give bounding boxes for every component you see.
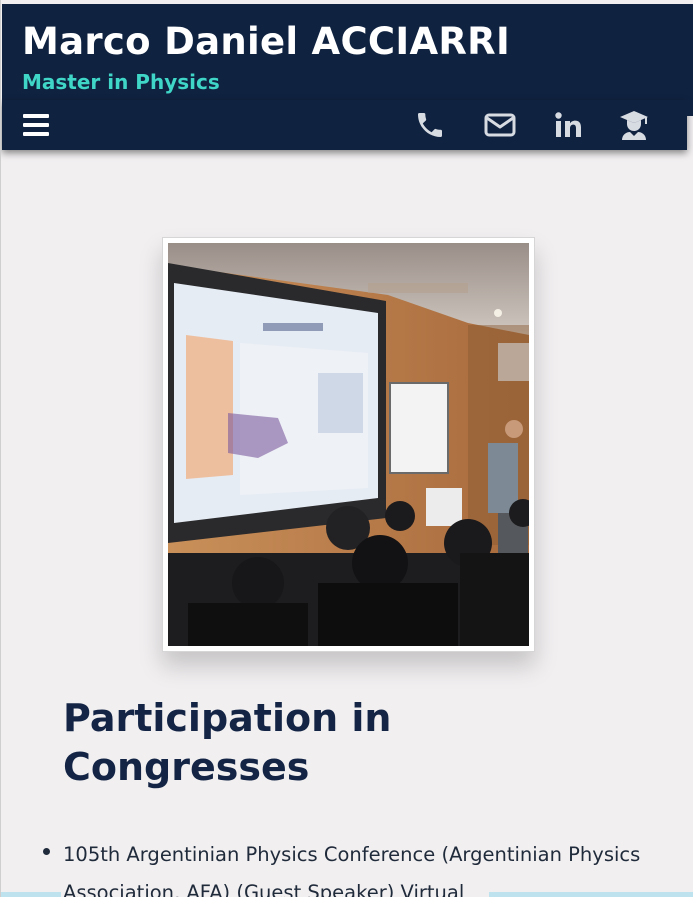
bottom-bar [1, 892, 61, 897]
site-subtitle: Master in Physics [22, 70, 220, 94]
congress-list: 105th Argentinian Physics Conference (Ar… [43, 836, 653, 897]
section-title: Participation in Congresses [63, 696, 392, 789]
phone-icon[interactable] [412, 108, 448, 142]
site-title[interactable]: Marco Daniel ACCIARRI [22, 20, 510, 64]
envelope-icon[interactable] [482, 108, 518, 142]
bottom-bar [489, 892, 693, 897]
site-header: Marco Daniel ACCIARRI Master in Physics [2, 4, 693, 100]
list-item: 105th Argentinian Physics Conference (Ar… [43, 836, 653, 897]
navbar-edge [687, 100, 693, 116]
conference-photo-image [168, 243, 529, 646]
navbar [2, 100, 687, 150]
conference-photo [162, 237, 535, 652]
menu-icon[interactable] [18, 108, 54, 142]
linkedin-icon[interactable] [550, 108, 586, 142]
graduate-icon[interactable] [616, 108, 652, 142]
page: Marco Daniel ACCIARRI Master in Physics [0, 0, 693, 897]
